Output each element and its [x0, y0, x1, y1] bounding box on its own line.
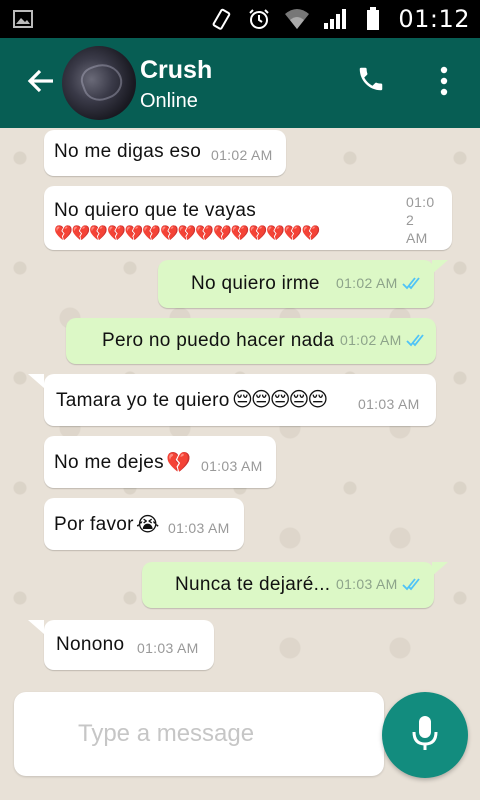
- message-text: Pero no puedo hacer nada: [102, 330, 335, 351]
- message-time: 01:03 AM: [358, 396, 420, 412]
- message-time: 01:03 AM: [336, 576, 398, 592]
- message-time: 01:03 AM: [168, 520, 230, 536]
- message-composer: [14, 692, 384, 776]
- message-time-line: AM: [406, 230, 428, 246]
- contact-status: Online: [140, 90, 198, 112]
- image-icon: [10, 6, 36, 32]
- message-list[interactable]: No me digas eso 01:02 AM No quiero que t…: [0, 128, 480, 688]
- message-text: Nonono: [56, 634, 125, 655]
- more-vert-icon[interactable]: [430, 64, 458, 98]
- message-outgoing[interactable]: No quiero irme 01:02 AM: [158, 260, 434, 308]
- double-check-icon: [402, 274, 422, 296]
- message-outgoing[interactable]: Nunca te dejaré... 01:03 AM: [142, 562, 434, 608]
- message-incoming[interactable]: No quiero que te vayas 💔💔💔💔💔💔💔💔💔💔💔💔💔💔💔 0…: [44, 186, 452, 250]
- message-emoji: 😭: [136, 514, 160, 536]
- message-text: Por favor: [54, 514, 134, 535]
- double-check-icon: [402, 575, 422, 597]
- message-text: Tamara yo te quiero: [56, 390, 230, 411]
- battery-icon: [360, 6, 386, 32]
- status-time: 01:12: [398, 5, 470, 33]
- mic-icon: [410, 714, 440, 757]
- message-incoming[interactable]: No me digas eso 01:02 AM: [44, 130, 286, 176]
- message-emoji: 💔: [166, 452, 192, 474]
- message-text: No me dejes: [54, 452, 164, 473]
- message-text: No quiero que te vayas: [54, 200, 256, 221]
- vibrate-icon: [208, 6, 234, 32]
- message-time: 01:02 AM: [211, 147, 273, 163]
- message-time: 01:02 AM: [340, 332, 402, 348]
- contact-name[interactable]: Crush: [140, 56, 212, 85]
- chat-header: Crush Online: [0, 38, 480, 128]
- status-bar: 01:12: [0, 0, 480, 38]
- message-text: No me digas eso: [54, 141, 202, 162]
- back-arrow-icon[interactable]: [26, 66, 58, 98]
- avatar[interactable]: [62, 46, 136, 120]
- mic-button[interactable]: [382, 692, 468, 778]
- message-emoji: 💔💔💔💔💔💔💔💔💔💔💔💔💔💔💔: [54, 225, 320, 242]
- signal-icon: [322, 6, 348, 32]
- wifi-icon: [284, 6, 310, 32]
- message-input[interactable]: [78, 714, 368, 754]
- message-text: Nunca te dejaré...: [175, 574, 331, 595]
- double-check-icon: [406, 331, 426, 353]
- message-incoming[interactable]: Nonono 01:03 AM: [44, 620, 214, 670]
- message-incoming[interactable]: Por favor 😭 01:03 AM: [44, 498, 244, 550]
- message-time-line: 01:0: [406, 194, 435, 210]
- message-time-line: 2: [406, 212, 415, 228]
- message-time: 01:03 AM: [201, 458, 263, 474]
- message-text: No quiero irme: [191, 273, 320, 294]
- message-incoming[interactable]: Tamara yo te quiero 😔😔😔😔😔 01:03 AM: [44, 374, 436, 426]
- message-time: 01:03 AM: [137, 640, 199, 656]
- alarm-icon: [246, 6, 272, 32]
- message-incoming[interactable]: No me dejes 💔 01:03 AM: [44, 436, 276, 488]
- message-outgoing[interactable]: Pero no puedo hacer nada 01:02 AM: [66, 318, 436, 364]
- message-time: 01:02 AM: [336, 275, 398, 291]
- phone-icon[interactable]: [356, 64, 388, 96]
- message-emoji: 😔😔😔😔😔: [232, 389, 328, 411]
